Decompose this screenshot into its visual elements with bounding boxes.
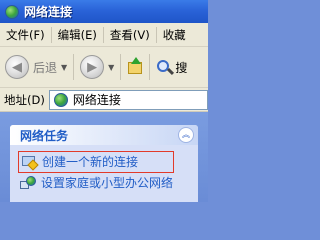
search-icon <box>156 59 175 76</box>
menu-divider <box>155 26 157 43</box>
toolbar-divider <box>120 54 122 80</box>
toolbar: ◀ 后退 ▼ ▶ ▼ 搜 <box>0 47 208 88</box>
network-connections-icon <box>4 4 20 20</box>
network-connections-icon <box>53 92 69 108</box>
network-tasks-title: 网络任务 <box>20 128 69 143</box>
menu-bar: 文件(F) 编辑(E) 查看(V) 收藏 <box>0 23 208 47</box>
menu-favorites[interactable]: 收藏 <box>158 27 191 43</box>
menu-view[interactable]: 查看(V) <box>105 27 155 43</box>
menu-file[interactable]: 文件(F) <box>0 27 50 43</box>
forward-arrow-icon: ▶ <box>80 55 105 79</box>
menu-edit[interactable]: 编辑(E) <box>53 27 102 43</box>
search-button-label: 搜 <box>175 60 188 75</box>
task-link-label[interactable]: 创建一个新的连接 <box>42 155 138 170</box>
network-tasks-box: 网络任务 ︽ 创建一个新的连接 设置家庭或小型办公网络 <box>10 125 198 202</box>
new-connection-icon <box>21 155 39 171</box>
toolbar-divider <box>73 54 75 80</box>
menu-divider <box>50 26 52 43</box>
address-bar: 地址(D) 网络连接 <box>0 88 208 112</box>
back-dropdown-icon[interactable]: ▼ <box>61 63 67 72</box>
title-bar: 网络连接 <box>0 0 208 23</box>
back-button-label: 后退 <box>33 60 58 75</box>
back-button[interactable]: ◀ 后退 ▼ <box>5 51 67 83</box>
task-create-new-connection[interactable]: 创建一个新的连接 <box>18 151 174 173</box>
collapse-icon[interactable]: ︽ <box>178 127 194 143</box>
back-arrow-icon: ◀ <box>5 55 29 79</box>
forward-button[interactable]: ▶ ▼ <box>80 51 114 83</box>
search-button[interactable]: 搜 <box>156 51 187 83</box>
folder-up-icon[interactable] <box>127 57 143 75</box>
toolbar-divider <box>149 54 151 80</box>
address-value: 网络连接 <box>72 93 121 107</box>
menu-divider <box>102 26 104 43</box>
network-tasks-header[interactable]: 网络任务 ︽ <box>10 125 198 145</box>
window-title: 网络连接 <box>24 5 73 19</box>
address-label: 地址(D) <box>4 92 45 107</box>
task-setup-home-network[interactable]: 设置家庭或小型办公网络 <box>18 176 199 192</box>
task-link-label[interactable]: 设置家庭或小型办公网络 <box>41 176 199 191</box>
home-network-icon <box>20 176 36 192</box>
address-field[interactable]: 网络连接 <box>48 89 208 110</box>
forward-dropdown-icon[interactable]: ▼ <box>108 63 114 72</box>
